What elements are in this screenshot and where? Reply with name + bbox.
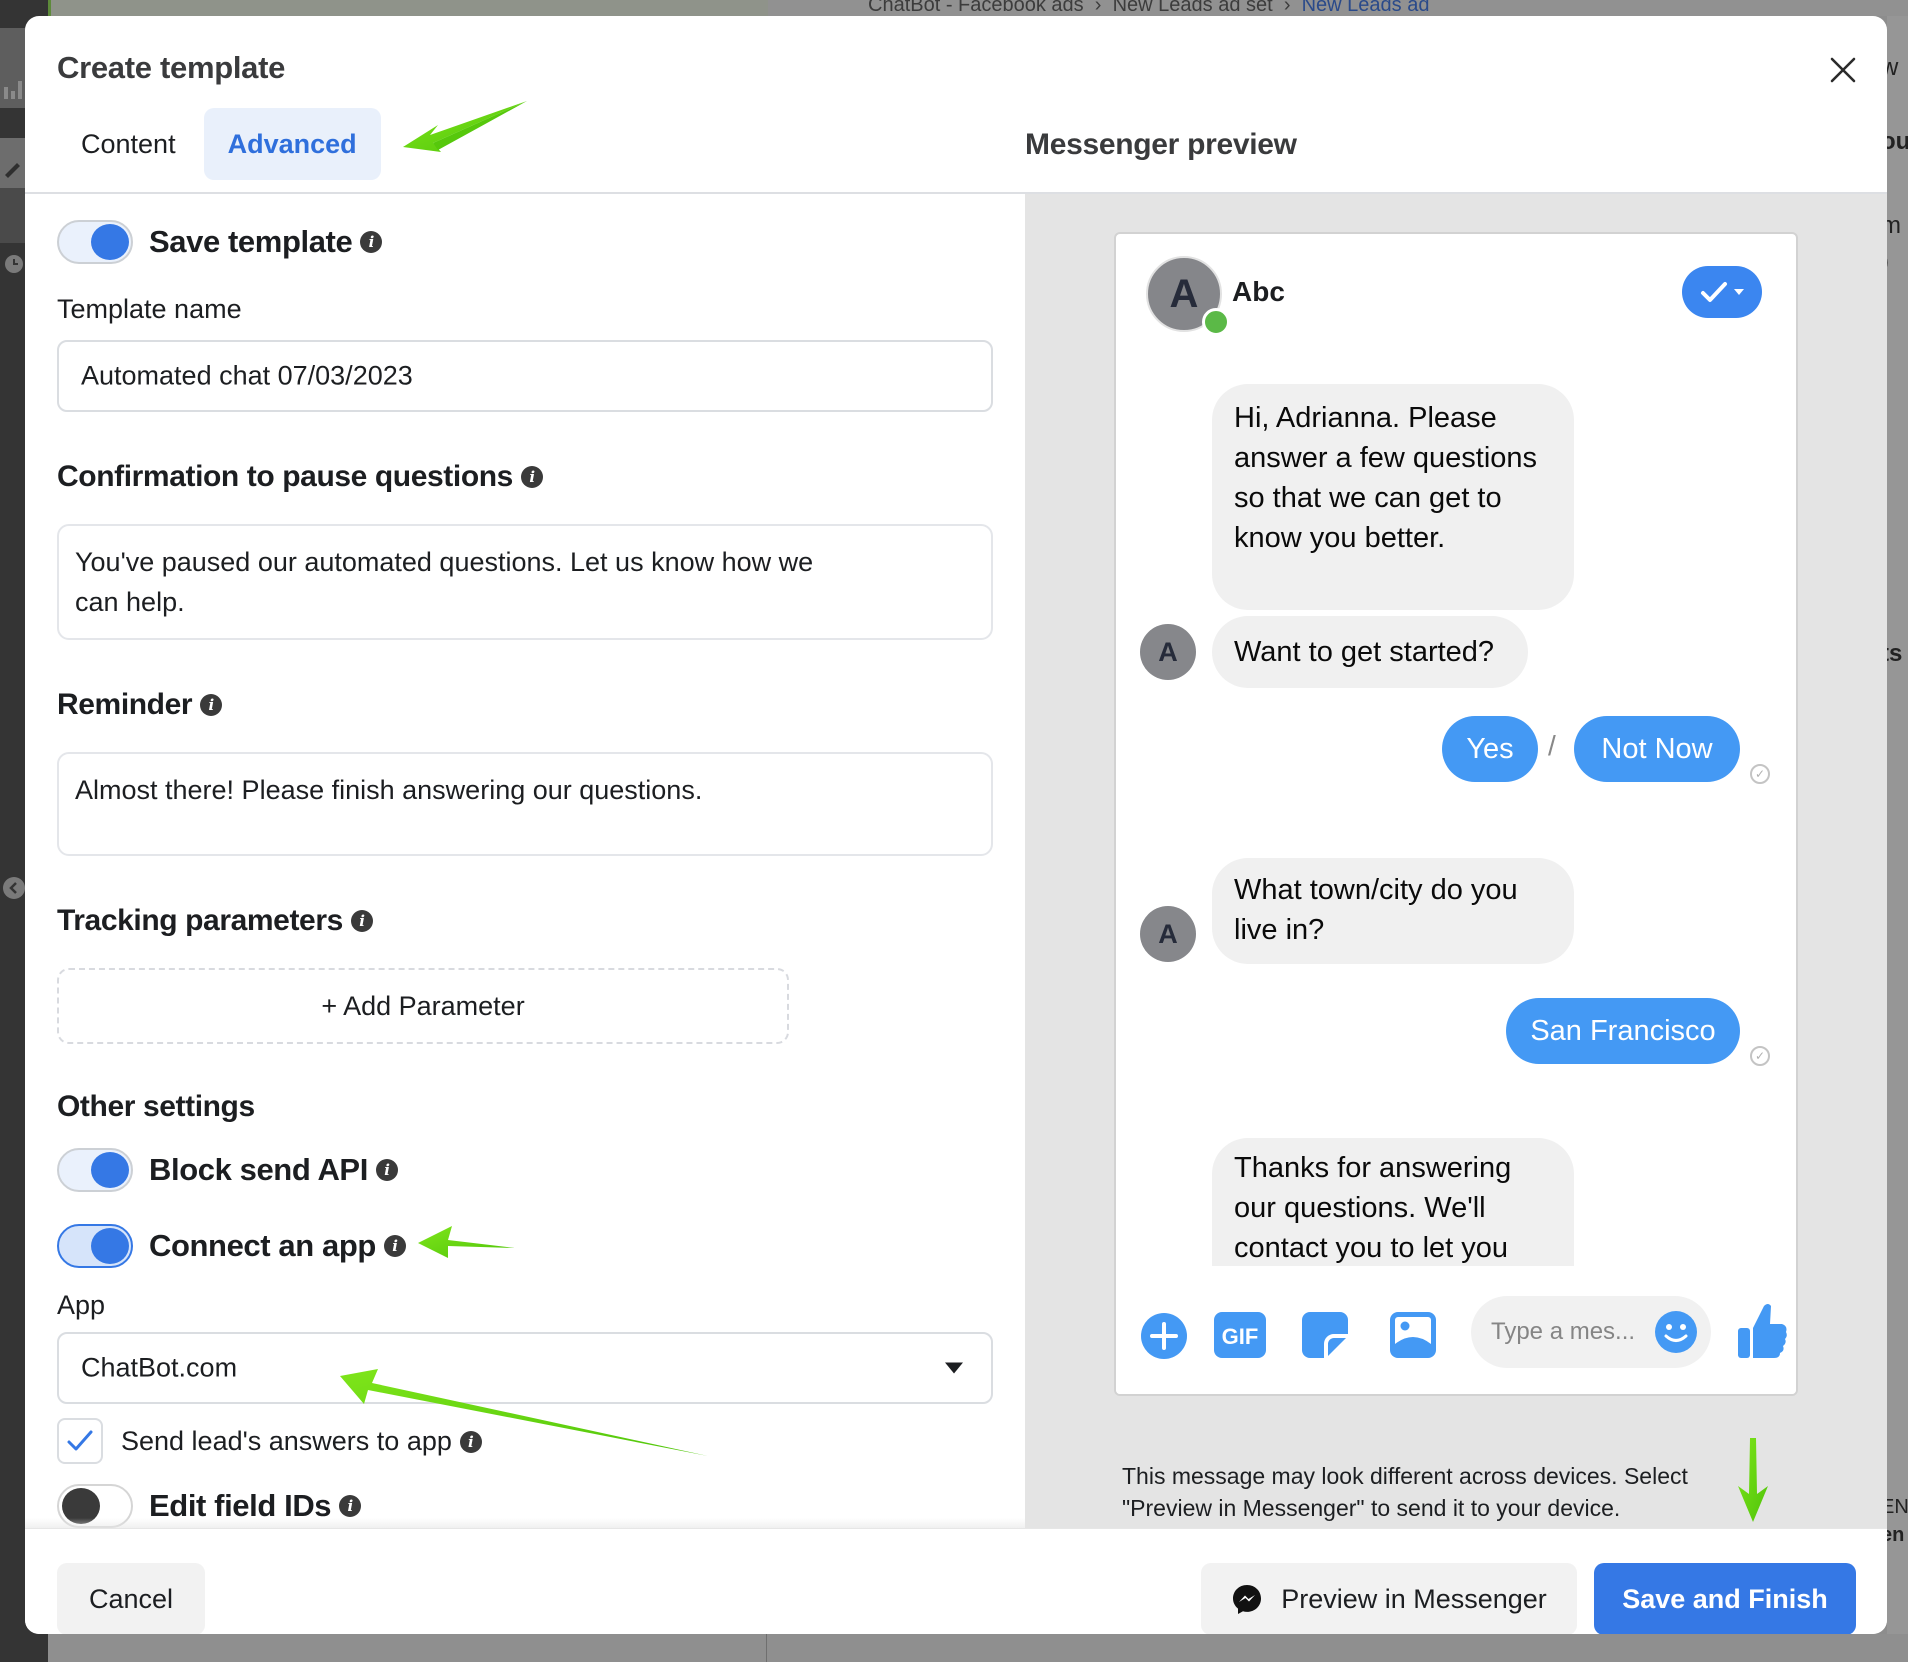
page-name: Abc (1232, 276, 1285, 307)
sent-check-icon: ✓ (1750, 1046, 1770, 1066)
tab-content[interactable]: Content (57, 108, 200, 180)
add-plus-icon[interactable] (1140, 1312, 1188, 1360)
pause-confirmation-title: Confirmation to pause questions i (57, 460, 543, 494)
tracking-parameters-title: Tracking parameters i (57, 904, 373, 938)
other-settings-title: Other settings (57, 1090, 255, 1123)
quick-reply-separator: / (1548, 730, 1556, 761)
info-icon[interactable]: i (200, 694, 223, 716)
info-icon[interactable]: i (360, 231, 383, 253)
background-segment (48, 0, 768, 16)
breadcrumb-item: New Leads ad set (1112, 0, 1273, 16)
reminder-textarea[interactable]: Almost there! Please finish answering ou… (57, 752, 993, 856)
preview-disclaimer: This message may look different across d… (1122, 1463, 1688, 1521)
background-bottom (48, 1634, 1908, 1662)
info-icon[interactable]: i (375, 1159, 398, 1181)
pause-confirmation-textarea[interactable]: You've paused our automated questions. L… (57, 524, 993, 640)
add-parameter-button[interactable]: + Add Parameter (57, 968, 789, 1044)
save-template-toggle[interactable] (57, 220, 133, 264)
quick-reply-not-now[interactable]: Not Now (1574, 716, 1740, 782)
send-answers-label: Send lead's answers to app i (121, 1426, 482, 1457)
close-button[interactable] (1825, 52, 1861, 88)
advanced-settings-form: Save template i Template name Automated c… (25, 194, 1025, 1528)
info-icon[interactable]: i (339, 1495, 362, 1517)
block-send-api-toggle[interactable] (57, 1148, 133, 1192)
info-icon[interactable]: i (459, 1430, 482, 1453)
messenger-icon (1233, 1585, 1262, 1614)
close-icon (1830, 57, 1856, 83)
background-text: en (1887, 1524, 1905, 1546)
template-name-input[interactable]: Automated chat 07/03/2023 (57, 340, 993, 412)
sidebar-block (0, 188, 28, 243)
background-right-edge: w ou m ) ts EN en (1887, 16, 1908, 1662)
pencil-icon (0, 148, 28, 188)
tab-bar: Content Advanced (57, 108, 381, 180)
quick-reply-yes[interactable]: Yes (1442, 716, 1538, 782)
block-send-api-label: Block send API i (149, 1152, 398, 1188)
modal-footer: Cancel Preview in Messenger Save and Fin… (25, 1528, 1887, 1634)
background-text: ou (1887, 128, 1908, 155)
background-text: ts (1887, 640, 1903, 667)
sent-check-icon: ✓ (1750, 764, 1770, 784)
chat-preview-card: A Abc Hi, Adrianna. Please answer a few … (1114, 232, 1798, 1396)
message-input[interactable]: Type a mes... (1471, 1296, 1711, 1368)
chevron-down-icon (945, 1362, 963, 1374)
save-template-label: Save template i (149, 224, 383, 260)
template-name-label: Template name (57, 294, 242, 324)
background-breadcrumbs: ChatBot - Facebook ads › New Leads ad se… (868, 0, 1429, 17)
online-status-dot (1202, 308, 1230, 336)
user-message-city: San Francisco (1506, 998, 1740, 1064)
tab-advanced[interactable]: Advanced (203, 108, 381, 180)
background-text: w (1887, 54, 1899, 81)
mark-done-button[interactable] (1682, 266, 1762, 318)
gif-icon[interactable]: GIF (1214, 1310, 1266, 1360)
bot-message-city: What town/city do you live in? (1212, 858, 1574, 964)
image-icon[interactable] (1390, 1312, 1436, 1358)
background-text: m (1887, 212, 1901, 239)
checkmark-icon (67, 1430, 93, 1451)
collapse-icon (0, 868, 28, 908)
emoji-icon[interactable] (1655, 1311, 1697, 1353)
bot-avatar: A (1140, 624, 1196, 680)
send-answers-checkbox[interactable] (57, 1418, 103, 1464)
sticker-icon[interactable] (1302, 1312, 1348, 1358)
bot-avatar: A (1140, 906, 1196, 962)
checkmark-icon (1701, 282, 1727, 302)
bot-message-start: Want to get started? (1212, 616, 1528, 688)
preview-in-messenger-button[interactable]: Preview in Messenger (1201, 1563, 1577, 1634)
background-text: EN (1887, 1496, 1908, 1518)
app-select[interactable]: ChatBot.com (57, 1332, 993, 1404)
breadcrumb-item: New Leads ad (1301, 0, 1430, 16)
info-icon[interactable]: i (383, 1235, 406, 1257)
breadcrumb-item: ChatBot - Facebook ads (868, 0, 1084, 16)
chart-icon (0, 68, 28, 108)
connect-app-toggle[interactable] (57, 1224, 133, 1268)
save-and-finish-button[interactable]: Save and Finish (1594, 1563, 1856, 1634)
messenger-preview-title: Messenger preview (1025, 128, 1297, 161)
reminder-title: Reminder i (57, 688, 223, 722)
app-label: App (57, 1290, 106, 1320)
cancel-button[interactable]: Cancel (57, 1563, 205, 1634)
info-icon[interactable]: i (350, 910, 373, 932)
background-text: ) (1887, 248, 1889, 276)
background-topbar: ChatBot - Facebook ads › New Leads ad se… (48, 0, 1908, 16)
thumbs-up-icon[interactable] (1738, 1302, 1788, 1360)
info-icon[interactable]: i (520, 466, 543, 488)
connect-app-label: Connect an app i (149, 1228, 406, 1264)
svg-text:GIF: GIF (1222, 1324, 1259, 1349)
messenger-preview-pane: A Abc Hi, Adrianna. Please answer a few … (1025, 194, 1887, 1528)
bot-message-intro: Hi, Adrianna. Please answer a few questi… (1212, 384, 1574, 610)
clock-icon (0, 244, 28, 284)
modal-title: Create template (57, 50, 286, 85)
create-template-modal: Create template Content Advanced Messeng… (25, 16, 1887, 1634)
caret-down-icon (1734, 289, 1744, 295)
